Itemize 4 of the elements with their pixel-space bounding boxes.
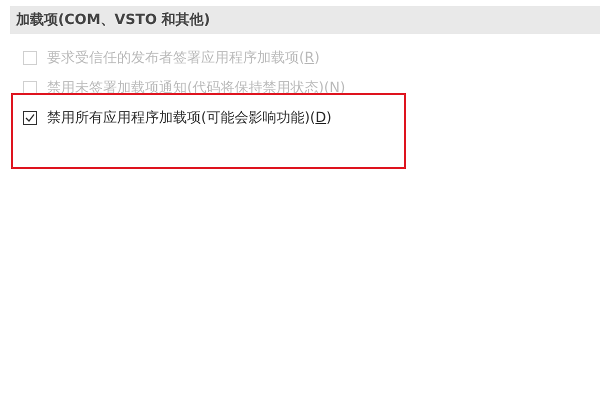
option-label: 要求受信任的发布者签署应用程序加载项(R) bbox=[47, 48, 320, 68]
checkbox[interactable] bbox=[23, 111, 37, 125]
option-label: 禁用所有应用程序加载项(可能会影响功能)(D) bbox=[47, 108, 332, 128]
section-header: 加载项(COM、VSTO 和其他) bbox=[10, 6, 600, 34]
